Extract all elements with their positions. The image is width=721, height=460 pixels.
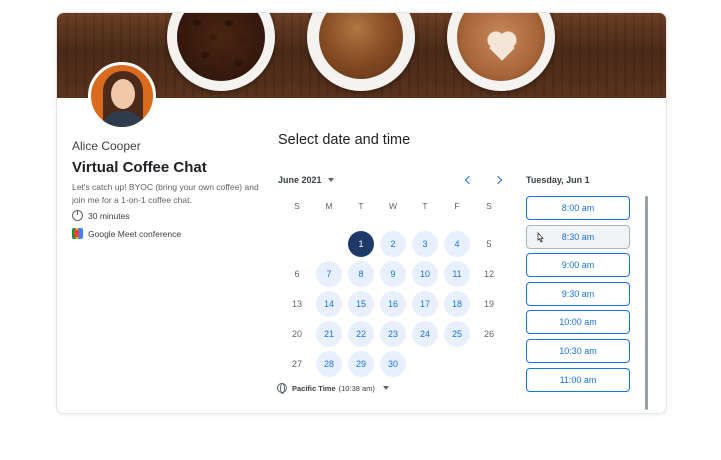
timezone-name: Pacific Time xyxy=(292,383,336,393)
event-description: Let's catch up! BYOC (bring your own cof… xyxy=(72,182,259,205)
calendar-day[interactable]: 24 xyxy=(412,321,438,347)
calendar-day[interactable]: 8 xyxy=(348,261,374,287)
calendar-day[interactable]: 28 xyxy=(316,351,342,377)
avatar xyxy=(88,62,156,130)
weekday-header: S xyxy=(294,201,300,211)
calendar-day[interactable]: 29 xyxy=(348,351,374,377)
time-slot-label: 10:00 am xyxy=(559,317,597,328)
calendar-day[interactable]: 7 xyxy=(316,261,342,287)
google-meet-icon xyxy=(72,228,83,239)
month-dropdown[interactable]: June 2021 xyxy=(278,175,334,185)
calendar-day-selected[interactable]: 1 xyxy=(348,231,374,257)
duration-label: 30 minutes xyxy=(88,210,130,221)
time-slot-label: 9:00 am xyxy=(561,260,595,271)
calendar-empty-cell xyxy=(476,351,502,377)
time-slot-label: 9:30 am xyxy=(561,288,595,299)
duration-row: 30 minutes xyxy=(72,210,130,221)
caret-down-icon xyxy=(327,178,334,182)
calendar-day: 20 xyxy=(291,329,302,339)
time-slot-list: 8:00 am 8:30 am 9:00 am 9:30 am 10:00 am 10:3… xyxy=(526,196,630,396)
calendar-day[interactable]: 11 xyxy=(444,261,470,287)
calendar-day: 19 xyxy=(483,299,494,309)
globe-icon xyxy=(277,383,287,394)
pointer-cursor-icon xyxy=(536,231,544,243)
calendar-day: 6 xyxy=(294,269,300,279)
weekday-header: T xyxy=(422,201,428,211)
time-slot-button[interactable]: 10:00 am xyxy=(526,310,630,335)
latte-cup xyxy=(447,13,555,91)
calendar-day[interactable]: 14 xyxy=(316,291,342,317)
time-slot-label: 10:30 am xyxy=(559,345,597,356)
timezone-selector[interactable]: Pacific Time (10:38 am) xyxy=(277,383,389,394)
calendar-day[interactable]: 30 xyxy=(380,351,406,377)
calendar-empty-cell xyxy=(284,231,310,257)
time-slot-button[interactable]: 8:30 am xyxy=(526,224,630,249)
event-title: Virtual Coffee Chat xyxy=(72,159,207,176)
time-slot-button[interactable]: 9:30 am xyxy=(526,281,630,306)
conference-label: Google Meet conference xyxy=(88,228,182,239)
previous-month-button[interactable] xyxy=(462,174,474,186)
calendar-day[interactable]: 18 xyxy=(444,291,470,317)
calendar-day[interactable]: 22 xyxy=(348,321,374,347)
time-slot-button[interactable]: 8:00 am xyxy=(526,196,630,220)
calendar-grid: S M T W T F S 1 2 3 4 5 6 7 8 9 10 11 12 13 14 15 16 17 18 19 20 21… xyxy=(281,199,505,379)
calendar-day[interactable]: 3 xyxy=(412,231,438,257)
calendar-day: 27 xyxy=(291,359,302,369)
weekday-header: W xyxy=(388,201,398,211)
calendar-day: 12 xyxy=(483,269,494,279)
time-slots-scrollbar[interactable] xyxy=(645,196,648,410)
weekday-header: F xyxy=(454,201,460,211)
calendar-empty-cell xyxy=(444,351,470,377)
calendar-day[interactable]: 21 xyxy=(316,321,342,347)
calendar-day[interactable]: 25 xyxy=(444,321,470,347)
coffee-beans-cup xyxy=(167,13,275,91)
host-name: Alice Cooper xyxy=(72,139,141,153)
weekday-header: T xyxy=(358,201,364,211)
calendar-day[interactable]: 15 xyxy=(348,291,374,317)
calendar-day[interactable]: 17 xyxy=(412,291,438,317)
weekday-header: M xyxy=(325,201,333,211)
selected-day-heading: Tuesday, Jun 1 xyxy=(526,175,590,185)
calendar-day[interactable]: 16 xyxy=(380,291,406,317)
clock-icon xyxy=(72,210,83,221)
time-slot-label: 11:00 am xyxy=(559,374,597,385)
next-month-button[interactable] xyxy=(494,174,506,186)
calendar-day: 13 xyxy=(291,299,302,309)
calendar-day[interactable]: 4 xyxy=(444,231,470,257)
espresso-cup xyxy=(307,13,415,91)
calendar-empty-cell xyxy=(412,351,438,377)
calendar-day[interactable]: 23 xyxy=(380,321,406,347)
month-label: June 2021 xyxy=(278,175,322,185)
weekday-header: S xyxy=(486,201,492,211)
calendar-empty-cell xyxy=(316,231,342,257)
time-slot-button[interactable]: 11:00 am xyxy=(526,367,630,392)
conference-row: Google Meet conference xyxy=(72,228,181,239)
calendar-day: 5 xyxy=(486,239,492,249)
timezone-time: (10:38 am) xyxy=(338,383,375,393)
calendar-day[interactable]: 10 xyxy=(412,261,438,287)
time-slot-button[interactable]: 9:00 am xyxy=(526,253,630,278)
calendar-day[interactable]: 9 xyxy=(380,261,406,287)
time-slot-label: 8:30 am xyxy=(561,231,595,242)
time-slot-label: 8:00 am xyxy=(561,203,595,213)
time-slot-button[interactable]: 10:30 am xyxy=(526,338,630,363)
calendar-day[interactable]: 2 xyxy=(380,231,406,257)
caret-down-icon xyxy=(382,386,389,390)
section-title: Select date and time xyxy=(278,132,411,148)
calendar-day: 26 xyxy=(483,329,494,339)
